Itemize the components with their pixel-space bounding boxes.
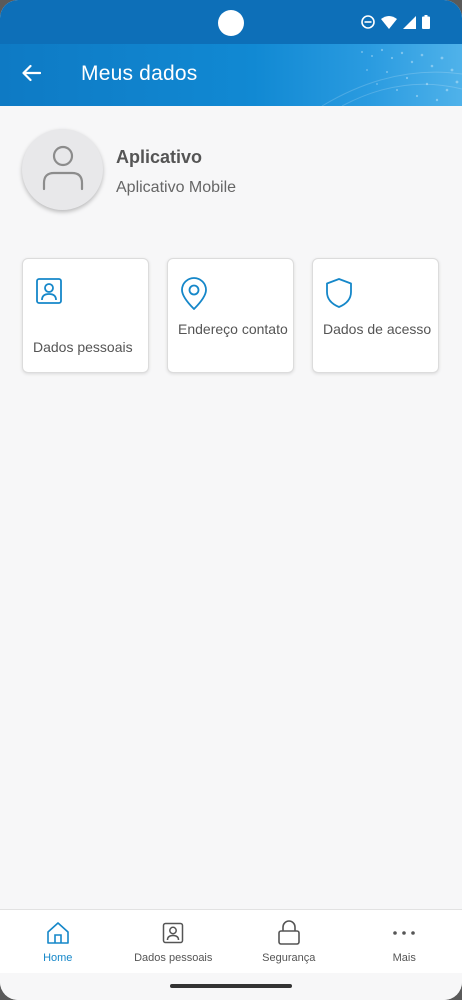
phone-screen: Meus dados Aplicativo Aplicativo Mobile … <box>0 0 462 1000</box>
arrow-left-icon <box>21 64 42 87</box>
lock-icon <box>277 920 301 946</box>
home-gesture-handle[interactable] <box>170 984 292 988</box>
profile-name: Aplicativo <box>116 147 203 167</box>
wifi-icon <box>381 15 397 29</box>
nav-label: Segurança <box>262 952 316 964</box>
card-label: Dados de acesso <box>323 321 432 337</box>
map-pin-icon <box>180 277 208 316</box>
card-label: Endereço contato <box>178 321 288 337</box>
profile-subtitle: Aplicativo Mobile <box>116 179 237 196</box>
status-icons <box>361 13 430 31</box>
status-bar <box>0 0 462 44</box>
nav-item-home[interactable]: Home <box>0 910 116 973</box>
nav-label: Dados pessoais <box>134 952 213 964</box>
page-title: Meus dados <box>81 62 198 85</box>
nav-label: Home <box>43 952 73 964</box>
more-dots-icon <box>392 920 416 946</box>
nav-item-mais[interactable]: Mais <box>347 910 462 973</box>
id-card-icon <box>35 277 63 310</box>
user-icon <box>41 143 85 196</box>
avatar <box>22 129 103 210</box>
card-dados-acesso[interactable]: Dados de acesso <box>312 258 439 373</box>
nav-item-seguranca[interactable]: Segurança <box>231 910 347 973</box>
gesture-bar <box>0 973 462 1000</box>
card-endereco-contato[interactable]: Endereço contato <box>167 258 294 373</box>
nav-label: Mais <box>392 952 416 964</box>
do-not-disturb-icon <box>361 15 375 29</box>
back-button[interactable] <box>18 62 44 88</box>
shield-icon <box>325 277 353 314</box>
card-label: Dados pessoais <box>33 339 133 355</box>
signal-icon <box>403 15 416 29</box>
nav-item-dados-pessoais[interactable]: Dados pessoais <box>116 910 232 973</box>
id-card-icon <box>162 920 184 946</box>
home-icon <box>46 920 70 946</box>
bottom-nav: Home Dados pessoais Segurança Mais <box>0 909 462 973</box>
camera-cutout <box>218 10 244 36</box>
header-pattern <box>321 48 462 106</box>
app-bar: Meus dados <box>0 44 462 106</box>
battery-icon <box>422 15 430 29</box>
card-dados-pessoais[interactable]: Dados pessoais <box>22 258 149 373</box>
